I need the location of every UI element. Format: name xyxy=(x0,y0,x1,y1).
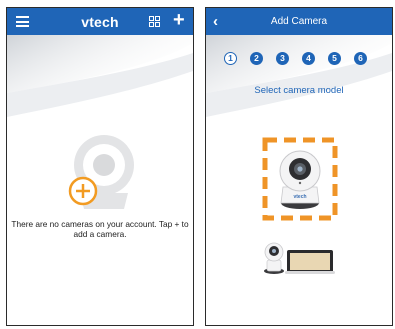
page-title: Add Camera xyxy=(270,16,328,27)
camera-add-icon xyxy=(68,135,134,209)
camera-monitor-kit-option[interactable] xyxy=(261,240,341,276)
background-swoosh xyxy=(7,35,193,117)
step-4[interactable]: 4 xyxy=(302,52,315,65)
background-swoosh xyxy=(206,35,392,117)
camera-list-screen: vtech + There are no cameras on your acc… xyxy=(6,7,194,326)
pan-tilt-camera-option[interactable]: vtech xyxy=(262,137,338,221)
add-camera-screen: ‹ Add Camera 1 2 3 4 5 6 Select camera m… xyxy=(205,7,393,326)
camera-brand-mark: vtech xyxy=(293,194,306,200)
vtech-logo: vtech xyxy=(81,14,119,30)
app-header: vtech + xyxy=(7,8,193,35)
app-header: ‹ Add Camera xyxy=(206,8,392,35)
select-model-prompt: Select camera model xyxy=(254,85,344,96)
step-5[interactable]: 5 xyxy=(328,52,341,65)
step-3[interactable]: 3 xyxy=(276,52,289,65)
add-camera-plus-icon[interactable]: + xyxy=(173,10,185,30)
grid-view-icon[interactable] xyxy=(149,16,160,27)
step-2[interactable]: 2 xyxy=(250,52,263,65)
step-6[interactable]: 6 xyxy=(354,52,367,65)
no-cameras-message: There are no cameras on your account. Ta… xyxy=(11,219,189,239)
step-1[interactable]: 1 xyxy=(224,52,237,65)
